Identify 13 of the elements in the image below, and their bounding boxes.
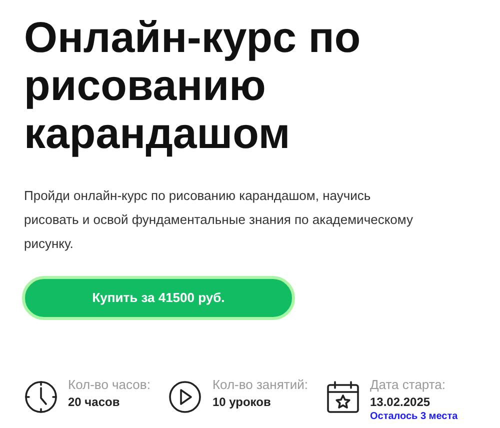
stat-value: 10 уроков — [212, 394, 272, 410]
buy-button[interactable]: Купить за 41500 руб. — [22, 276, 295, 320]
page-title: Онлайн-курс по рисованию карандашом — [24, 14, 362, 158]
stat-label: Дата старта: — [370, 376, 447, 394]
stat-value: 13.02.2025 — [370, 394, 432, 410]
play-icon — [168, 380, 202, 414]
clock-icon — [24, 380, 58, 414]
stat-value: 20 часов — [68, 394, 121, 410]
stat-label: Кол-во часов: — [68, 376, 150, 394]
description: Пройди онлайн-курс по рисованию карандашом, научись рисовать и освой фундаментальные знания по академическому рисунку. — [24, 187, 414, 253]
calendar-icon — [326, 380, 360, 414]
seats-note: Осталось 3 места — [370, 410, 458, 424]
stat-label: Кол-во занятий: — [212, 376, 308, 394]
